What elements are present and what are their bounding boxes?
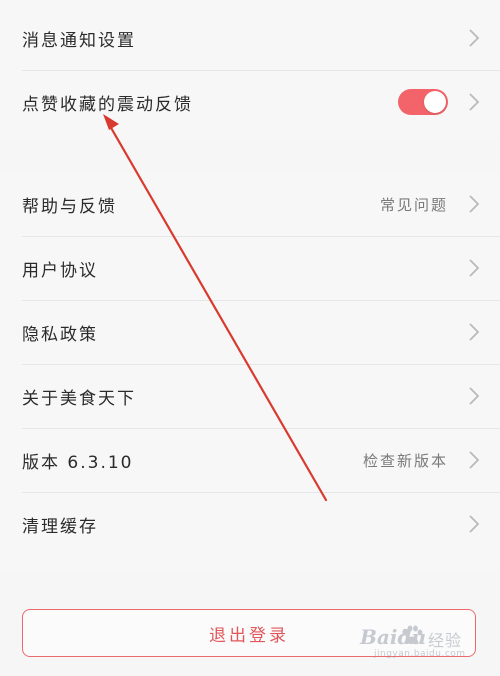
baidu-watermark: Baidu 经验 jingyan.baidu.com [360, 622, 478, 664]
row-agreement-label: 用户协议 [22, 260, 98, 281]
watermark-suffix: 经验 [428, 631, 463, 650]
row-help-feedback[interactable]: 帮助与反馈 常见问题 [0, 172, 500, 236]
row-user-agreement[interactable]: 用户协议 [0, 236, 500, 300]
row-version-label: 版本 6.3.10 [22, 452, 134, 473]
vibration-toggle[interactable] [398, 89, 448, 115]
row-version[interactable]: 版本 6.3.10 检查新版本 [0, 428, 500, 492]
settings-screen: 消息通知设置 点赞收藏的震动反馈 帮助与反馈 常见问题 用户协议 隐私政策 关于… [0, 0, 500, 676]
row-clear-cache[interactable]: 清理缓存 [0, 492, 500, 556]
row-about-label: 关于美食天下 [22, 388, 136, 409]
chevron-right-icon [469, 451, 480, 469]
chevron-right-icon [469, 387, 480, 405]
toggle-knob [424, 91, 446, 113]
watermark-url: jingyan.baidu.com [374, 649, 466, 659]
row-about[interactable]: 关于美食天下 [0, 364, 500, 428]
row-vibration-label: 点赞收藏的震动反馈 [22, 94, 193, 115]
settings-group-2: 帮助与反馈 常见问题 用户协议 隐私政策 关于美食天下 版本 6.3.10 检查… [0, 172, 500, 572]
chevron-right-icon [469, 515, 480, 533]
row-vibration-feedback[interactable]: 点赞收藏的震动反馈 [0, 70, 500, 134]
chevron-right-icon [469, 195, 480, 213]
chevron-right-icon [469, 323, 480, 341]
chevron-right-icon [469, 93, 480, 111]
logout-label: 退出登录 [209, 625, 289, 646]
row-version-value: 检查新版本 [362, 451, 448, 470]
row-privacy-label: 隐私政策 [22, 324, 98, 345]
settings-group-1: 消息通知设置 点赞收藏的震动反馈 [0, 0, 500, 142]
row-cache-label: 清理缓存 [22, 516, 98, 537]
row-privacy-policy[interactable]: 隐私政策 [0, 300, 500, 364]
baidu-paw-icon [402, 625, 423, 644]
chevron-right-icon [469, 29, 480, 47]
row-notify-label: 消息通知设置 [22, 30, 136, 51]
row-help-value: 常见问题 [379, 195, 448, 214]
row-help-label: 帮助与反馈 [22, 196, 117, 217]
row-notify-settings[interactable]: 消息通知设置 [0, 6, 500, 70]
chevron-right-icon [469, 259, 480, 277]
